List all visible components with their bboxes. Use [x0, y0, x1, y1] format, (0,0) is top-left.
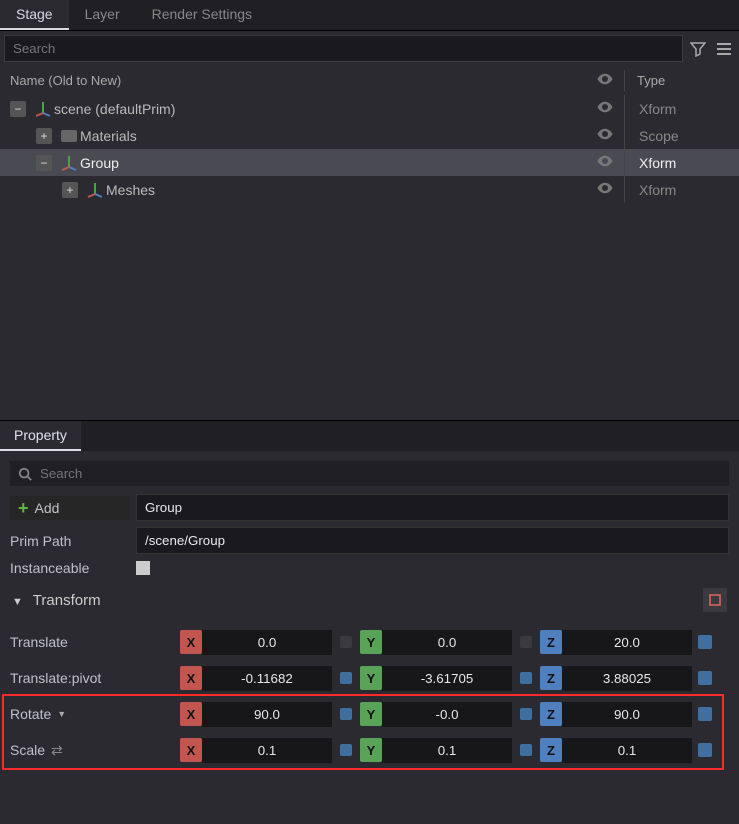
transform-label[interactable]: Rotate ▼: [10, 706, 180, 722]
prim-path-input[interactable]: [136, 527, 729, 554]
add-button[interactable]: + Add: [10, 496, 130, 520]
z-axis-badge: Z: [540, 666, 562, 690]
z-axis-badge: Z: [540, 630, 562, 654]
x-axis-badge: X: [180, 666, 202, 690]
expander-icon[interactable]: +: [62, 182, 78, 198]
top-tabs: Stage Layer Render Settings: [0, 0, 739, 31]
transform-label[interactable]: Translate:pivot: [10, 670, 180, 686]
tree-row-group[interactable]: − Group Xform: [0, 149, 739, 176]
axes-icon: [32, 100, 54, 118]
axes-icon: [84, 181, 106, 199]
tab-render-settings[interactable]: Render Settings: [136, 0, 268, 30]
add-label: Add: [35, 500, 60, 516]
column-header-type[interactable]: Type: [629, 73, 729, 88]
visibility-toggle[interactable]: [590, 152, 620, 173]
y-keyframe-marker[interactable]: [520, 672, 532, 684]
instanceable-checkbox[interactable]: [136, 561, 150, 575]
y-axis-badge: Y: [360, 738, 382, 762]
stage-search-input[interactable]: [4, 35, 683, 62]
y-keyframe-marker[interactable]: [520, 744, 532, 756]
tab-stage[interactable]: Stage: [0, 0, 69, 30]
folder-icon: [58, 130, 80, 142]
tree-item-type: Xform: [629, 101, 739, 117]
y-keyframe-marker[interactable]: [520, 636, 532, 648]
y-keyframe-marker[interactable]: [520, 708, 532, 720]
x-axis-badge: X: [180, 702, 202, 726]
x-keyframe-marker[interactable]: [340, 672, 352, 684]
tree-item-type: Xform: [629, 155, 739, 171]
row-keyframe-marker[interactable]: [698, 707, 712, 721]
x-axis-badge: X: [180, 738, 202, 762]
transform-row-translate: TranslateX Y Z: [10, 624, 729, 660]
property-search[interactable]: [10, 461, 729, 486]
plus-icon: +: [18, 501, 29, 515]
transform-action-button[interactable]: [703, 588, 727, 612]
transform-section-title[interactable]: Transform: [33, 592, 101, 609]
z-axis-badge: Z: [540, 702, 562, 726]
x-value-input[interactable]: [202, 630, 332, 655]
row-keyframe-marker[interactable]: [698, 671, 712, 685]
z-value-input[interactable]: [562, 702, 692, 727]
tree-item-label: Meshes: [106, 182, 590, 198]
transform-label[interactable]: Scale ⇄: [10, 742, 180, 759]
z-value-input[interactable]: [562, 666, 692, 691]
tab-layer[interactable]: Layer: [69, 0, 136, 30]
tree-row-materials[interactable]: + Materials Scope: [0, 122, 739, 149]
expander-icon[interactable]: −: [36, 155, 52, 171]
dropdown-caret-icon[interactable]: ▼: [57, 709, 66, 719]
y-value-input[interactable]: [382, 666, 512, 691]
x-value-input[interactable]: [202, 738, 332, 763]
row-keyframe-marker[interactable]: [698, 635, 712, 649]
prim-name-input[interactable]: [136, 494, 729, 521]
y-axis-badge: Y: [360, 630, 382, 654]
tab-property[interactable]: Property: [0, 421, 81, 451]
transform-label[interactable]: Translate: [10, 634, 180, 650]
options-icon[interactable]: [713, 38, 735, 60]
visibility-toggle[interactable]: [590, 125, 620, 146]
y-value-input[interactable]: [382, 630, 512, 655]
expander-icon[interactable]: +: [36, 128, 52, 144]
x-keyframe-marker[interactable]: [340, 708, 352, 720]
row-keyframe-marker[interactable]: [698, 743, 712, 757]
y-value-input[interactable]: [382, 738, 512, 763]
y-value-input[interactable]: [382, 702, 512, 727]
tree-row-meshes[interactable]: + Meshes Xform: [0, 176, 739, 203]
x-keyframe-marker[interactable]: [340, 636, 352, 648]
x-value-input[interactable]: [202, 666, 332, 691]
visibility-toggle[interactable]: [590, 179, 620, 200]
instanceable-label: Instanceable: [10, 560, 130, 576]
search-icon: [18, 467, 32, 481]
transform-caret-icon[interactable]: ▼: [12, 596, 23, 608]
column-header-name[interactable]: Name (Old to New): [10, 73, 590, 88]
z-value-input[interactable]: [562, 738, 692, 763]
tree-row-scene-defaultprim-[interactable]: − scene (defaultPrim) Xform: [0, 95, 739, 122]
property-search-input[interactable]: [40, 466, 721, 481]
filter-icon[interactable]: [687, 38, 709, 60]
tree-item-label: scene (defaultPrim): [54, 101, 590, 117]
tree-item-label: Materials: [80, 128, 590, 144]
transform-row-rotate: Rotate ▼X Y Z: [10, 696, 729, 732]
axes-icon: [58, 154, 80, 172]
x-value-input[interactable]: [202, 702, 332, 727]
y-axis-badge: Y: [360, 666, 382, 690]
z-axis-badge: Z: [540, 738, 562, 762]
y-axis-badge: Y: [360, 702, 382, 726]
transform-row-scale: Scale ⇄X Y Z: [10, 732, 729, 768]
tree-item-type: Xform: [629, 182, 739, 198]
tree-item-type: Scope: [629, 128, 739, 144]
column-header-visibility: [590, 70, 620, 91]
tree-item-label: Group: [80, 155, 590, 171]
x-axis-badge: X: [180, 630, 202, 654]
z-value-input[interactable]: [562, 630, 692, 655]
link-icon[interactable]: ⇄: [51, 742, 63, 759]
transform-row-translate-pivot: Translate:pivotX Y Z: [10, 660, 729, 696]
x-keyframe-marker[interactable]: [340, 744, 352, 756]
expander-icon[interactable]: −: [10, 101, 26, 117]
visibility-toggle[interactable]: [590, 98, 620, 119]
prim-path-label: Prim Path: [10, 533, 130, 549]
